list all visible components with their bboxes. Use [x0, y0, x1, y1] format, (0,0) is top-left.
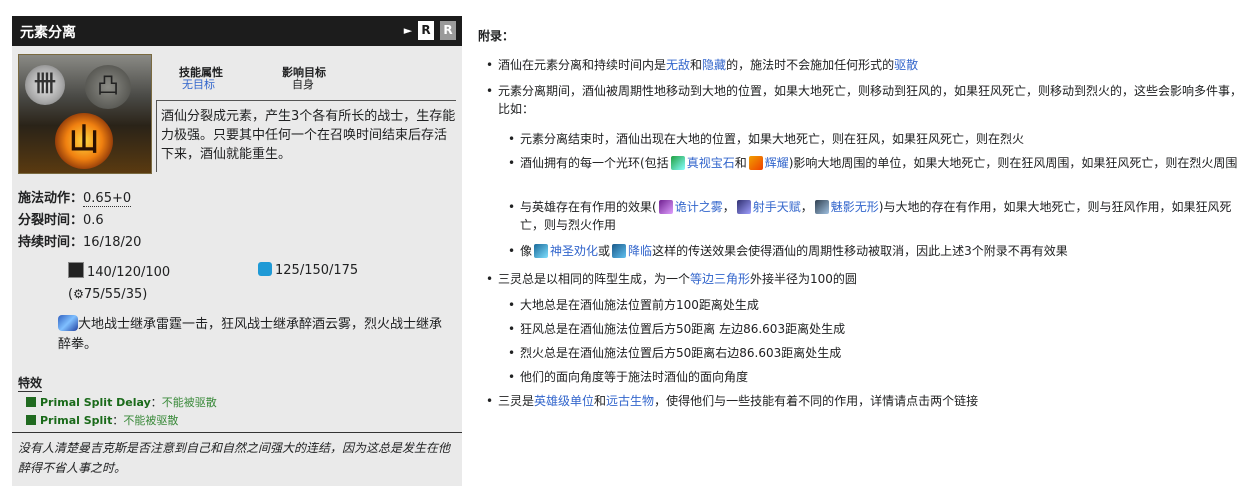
cooldown-row: 140/120/100 — [68, 262, 170, 280]
dispel-link[interactable]: 驱散 — [894, 58, 918, 72]
duration-row: 持续时间：16/18/20 — [18, 231, 141, 250]
note-item: 元素分离期间，酒仙被周期性地移动到大地的位置，如果大地死亡，则移动到狂风的，如果… — [486, 82, 1250, 118]
note-text: 酒仙拥有的每一个光环(包括 — [520, 156, 669, 170]
lore-divider — [12, 432, 462, 433]
talent-cooldown-value: 75/55/35) — [83, 287, 148, 302]
r-button-alt[interactable]: R — [440, 21, 456, 40]
descend-icon — [612, 244, 627, 258]
note-item: 三灵总是以相同的阵型生成，为一个等边三角形外接半径为100的圆 — [486, 270, 1248, 288]
note-text: 像 — [520, 244, 533, 258]
cast-point-label: 施法动作： — [18, 191, 84, 206]
split-time-value: 0.6 — [83, 213, 104, 228]
hidden-link[interactable]: 隐藏 — [702, 58, 726, 72]
holy-persuasion-icon — [534, 244, 549, 258]
note-subitem: 酒仙拥有的每一个光环(包括 真视宝石和 辉耀)影响大地周围的单位，如果大地死亡，则在… — [508, 154, 1250, 172]
mana-icon — [258, 262, 272, 276]
note-subitem: 烈火总是在酒仙施法位置后方50距离右边86.603距离处生成 — [508, 344, 1250, 362]
ability-title: 元素分离 — [20, 25, 76, 41]
effect-item: Primal Split Delay：不能被驱散 — [26, 394, 217, 410]
radiance-icon — [748, 156, 763, 170]
effects-heading: 特效 — [18, 376, 43, 392]
play-icon[interactable]: ► — [400, 21, 416, 40]
description-text: 酒仙分裂成元素，产生3个各有所长的战士，生存能力极强。只要其中任何一个在召唤时间… — [161, 109, 456, 162]
aghanims-scepter-icon — [58, 315, 78, 331]
effect-sep: ： — [112, 414, 124, 427]
note-text: ， — [800, 200, 813, 214]
note-text: 三灵总是以相同的阵型生成，为一个 — [498, 272, 691, 286]
effect-item: Primal Split：不能被驱散 — [26, 412, 178, 428]
effect-value: 不能被驱散 — [161, 396, 217, 409]
note-text: 与英雄存在有作用的效果( — [520, 200, 657, 214]
ancient-creature-link[interactable]: 远古生物 — [606, 394, 654, 408]
effect-sep: ： — [150, 396, 162, 409]
hero-unit-link[interactable]: 英雄级单位 — [534, 394, 594, 408]
earth-spirit-icon: 凸 — [85, 65, 131, 109]
notes-heading: 附录： — [478, 29, 515, 43]
note-subitem: 与英雄存在有作用的效果(诡计之雾，射手天赋，魅影无形)与大地的存在有作用，如果大… — [508, 198, 1250, 234]
note-text: 和 — [690, 58, 703, 72]
cooldown-icon — [68, 262, 84, 278]
note-text: 这样的传送效果会使得酒仙的周期性移动被取消，因此上述3个附录不再有效果 — [652, 244, 1068, 258]
note-text: 三灵是 — [498, 394, 535, 408]
note-text: 和 — [594, 394, 607, 408]
effect-name: Primal Split — [40, 414, 113, 427]
shadow-walk-link[interactable]: 魅影无形 — [831, 200, 879, 214]
talent-icon: ⚙ — [73, 287, 84, 301]
card-header: 元素分离 ► R R — [12, 16, 462, 46]
note-text: )影响大地周围的单位，如果大地死亡，则在狂风周围，如果狂风死亡，则在烈火周围 — [788, 156, 1238, 170]
smoke-of-deceit-icon — [658, 200, 673, 214]
holy-persuasion-link[interactable]: 神圣劝化 — [550, 244, 598, 258]
cooldown-value: 140/120/100 — [87, 265, 171, 280]
smoke-of-deceit-link[interactable]: 诡计之雾 — [675, 200, 723, 214]
duration-value: 16/18/20 — [83, 235, 142, 250]
scepter-upgrade: 大地战士继承雷霆一击，狂风战士继承醉酒云雾，烈火战士继承醉拳。 — [58, 315, 453, 355]
split-time-label: 分裂时间： — [18, 213, 84, 228]
fire-spirit-icon: 山 — [55, 113, 113, 169]
duration-label: 持续时间： — [18, 235, 84, 250]
talent-cooldown-row: (⚙75/55/35) — [68, 287, 147, 302]
note-item: 酒仙在元素分离和持续时间内是无敌和隐藏的，施法时不会施加任何形式的驱散 — [486, 56, 1248, 74]
ability-card: 元素分离 ► R R 卌 凸 山 技能属性 无目标 影响目标 自身 酒仙分裂成元… — [12, 16, 462, 486]
note-text: 外接半径为100的圆 — [750, 272, 857, 286]
note-text: 酒仙在元素分离和持续时间内是 — [498, 58, 667, 72]
note-subitem: 他们的面向角度等于施法时酒仙的面向角度 — [508, 368, 1250, 386]
effect-value: 不能被驱散 — [123, 414, 179, 427]
cast-point-row: 施法动作：0.65+0 — [18, 187, 132, 207]
note-subitem: 大地总是在酒仙施法位置前方100距离处生成 — [508, 296, 1250, 314]
scepter-upgrade-text: 大地战士继承雷霆一击，狂风战士继承醉酒云雾，烈火战士继承醉拳。 — [58, 317, 443, 352]
note-text: ，使得他们与一些技能有着不同的作用，详情请点击两个链接 — [654, 394, 979, 408]
radiance-link[interactable]: 辉耀 — [765, 156, 789, 170]
split-time-row: 分裂时间：0.6 — [18, 209, 104, 228]
descend-link[interactable]: 降临 — [628, 244, 652, 258]
mana-value: 125/150/175 — [275, 263, 359, 278]
note-text: 或 — [598, 244, 611, 258]
note-subitem: 元素分离结束时，酒仙出现在大地的位置，如果大地死亡，则在狂风，如果狂风死亡，则在… — [508, 130, 1250, 148]
note-subitem: 像 神圣劝化或 降临这样的传送效果会使得酒仙的周期性移动被取消，因此上述3个附录不再… — [508, 242, 1250, 260]
equilateral-triangle-link[interactable]: 等边三角形 — [690, 272, 750, 286]
mana-row: 125/150/175 — [258, 262, 358, 278]
modifier-icon — [26, 397, 36, 407]
cast-point-value: 0.65+0 — [83, 191, 132, 207]
shadow-walk-icon — [814, 200, 829, 214]
take-aim-icon — [736, 200, 751, 214]
note-item: 三灵是英雄级单位和远古生物，使得他们与一些技能有着不同的作用，详情请点击两个链接 — [486, 392, 1248, 410]
note-text: ， — [722, 200, 735, 214]
note-text: 的，施法时不会施加任何形式的 — [726, 58, 895, 72]
ability-icon: 卌 凸 山 — [18, 54, 152, 174]
lore-text: 没有人清楚曼吉克斯是否注意到自己和自然之间强大的连结，因为这总是发生在他醉得不省… — [18, 441, 451, 475]
ability-description: 酒仙分裂成元素，产生3个各有所长的战士，生存能力极强。只要其中任何一个在召唤时间… — [156, 100, 456, 172]
storm-spirit-icon: 卌 — [25, 65, 65, 105]
affects-value: 自身 — [292, 78, 314, 91]
r-button[interactable]: R — [418, 21, 434, 40]
note-subitem: 狂风总是在酒仙施法位置后方50距离 左边86.603距离处生成 — [508, 320, 1250, 338]
gem-of-true-sight-icon — [670, 156, 685, 170]
gem-of-true-sight-link[interactable]: 真视宝石 — [687, 156, 735, 170]
take-aim-link[interactable]: 射手天赋 — [753, 200, 801, 214]
invulnerable-link[interactable]: 无敌 — [666, 58, 690, 72]
modifier-icon — [26, 415, 36, 425]
note-text: 和 — [734, 156, 747, 170]
effect-name: Primal Split Delay — [40, 396, 151, 409]
ability-attribute-link[interactable]: 无目标 — [182, 76, 215, 92]
